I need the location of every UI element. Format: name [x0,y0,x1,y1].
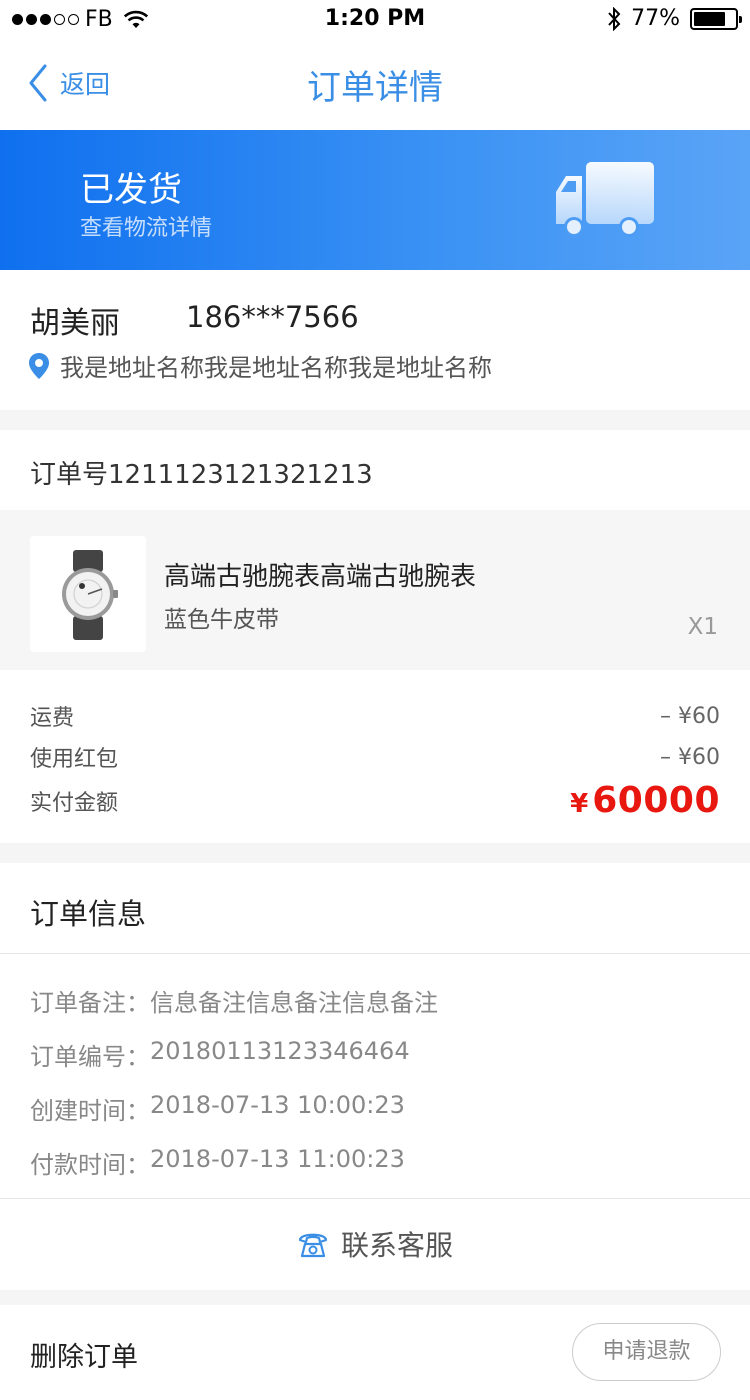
total-paid-row: 实付金额 ¥ 60000 [30,780,720,821]
order-number: 订单号1211123121321213 [30,460,373,490]
status-bar-right: 77% [607,6,742,31]
currency-symbol: ¥ [570,789,589,819]
info-value: 20180113123346464 [150,1037,410,1065]
truck-icon [556,162,654,237]
red-packet-row: 使用红包 – ¥60 [30,741,720,773]
info-value: 2018-07-13 11:00:23 [150,1145,405,1173]
bottom-action-bar: 删除订单 申请退款 [0,1305,750,1400]
info-label: 订单备注： [30,989,150,1017]
shipping-status-title: 已发货 [80,170,182,210]
product-name: 高端古驰腕表高端古驰腕表 [164,562,477,592]
order-card: 订单号1211123121321213 高端古驰腕表高端古驰腕表 蓝色牛皮带 X… [0,430,750,843]
info-row-order-id: 订单编号： 20180113123346464 [30,1037,410,1072]
logistics-link[interactable]: 查看物流详情 [80,210,212,242]
battery-percent: 77% [631,6,680,31]
info-row-created: 创建时间： 2018-07-13 10:00:23 [30,1091,405,1126]
delete-order-button[interactable]: 删除订单 [30,1335,138,1374]
info-label: 创建时间： [30,1097,150,1125]
product-item[interactable]: 高端古驰腕表高端古驰腕表 蓝色牛皮带 X1 [0,510,750,670]
fee-value: – ¥60 [660,703,720,729]
signal-dots-icon [12,14,79,25]
order-info-card: 订单信息 订单备注： 信息备注信息备注信息备注 订单编号： 2018011312… [0,863,750,1290]
back-label: 返回 [60,70,111,99]
fee-label: 使用红包 [30,747,119,772]
wifi-icon [123,10,148,28]
contact-support-label: 联系客服 [340,1229,453,1262]
total-label: 实付金额 [30,790,119,816]
info-row-remark: 订单备注： 信息备注信息备注信息备注 [30,983,438,1018]
product-quantity: X1 [687,614,718,640]
info-label: 订单编号： [30,1043,150,1071]
info-value: 信息备注信息备注信息备注 [150,989,438,1017]
nav-bar: 返回 订单详情 [0,40,750,130]
phone-icon [298,1233,328,1258]
page-title: 订单详情 [307,68,443,108]
divider [0,953,750,954]
address-line: 我是地址名称我是地址名称我是地址名称 [28,348,492,383]
carrier-label: FB [85,7,113,32]
shipping-address-section: 胡美丽 186***7566 我是地址名称我是地址名称我是地址名称 [0,270,750,410]
recipient-phone: 186***7566 [186,300,359,334]
refund-button[interactable]: 申请退款 [572,1323,721,1381]
watch-image [62,550,118,640]
fee-label: 运费 [30,706,75,731]
recipient-name: 胡美丽 [30,306,120,341]
status-bar-left: FB [12,7,149,32]
info-row-paid: 付款时间： 2018-07-13 11:00:23 [30,1145,405,1180]
total-amount-value: 60000 [592,780,720,821]
shipping-status-banner[interactable]: 已发货 查看物流详情 [0,130,750,270]
address-text: 我是地址名称我是地址名称我是地址名称 [60,354,492,382]
status-bar: FB 1:20 PM 77% [0,0,750,40]
battery-fill [694,11,725,26]
location-pin-icon [29,352,49,379]
total-amount: ¥ 60000 [570,780,720,821]
info-label: 付款时间： [30,1151,150,1179]
product-spec: 蓝色牛皮带 [164,607,279,633]
chevron-left-icon [29,64,47,102]
order-info-title: 订单信息 [30,897,147,931]
shipping-fee-row: 运费 – ¥60 [30,700,720,732]
info-value: 2018-07-13 10:00:23 [150,1091,405,1119]
back-button[interactable]: 返回 [28,64,110,102]
product-thumbnail [30,536,146,652]
fee-value: – ¥60 [660,744,720,770]
bluetooth-icon [608,6,621,31]
battery-icon [690,7,742,30]
contact-support-button[interactable]: 联系客服 [0,1199,750,1289]
